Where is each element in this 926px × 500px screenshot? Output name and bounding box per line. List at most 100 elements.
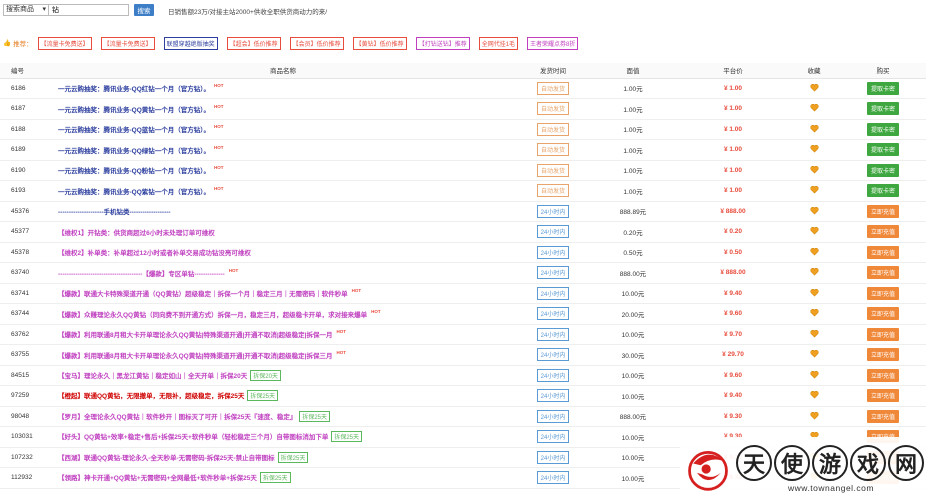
search-type-select[interactable]: 搜索商品 ▾: [3, 4, 49, 16]
favorite-heart-icon[interactable]: [809, 104, 819, 114]
product-name-link[interactable]: 【爆款】众赚理论永久QQ黄钻（同向费不到开通方式）拆保一月，稳定三月，超级稳卡开…: [58, 312, 367, 319]
favorite-heart-icon[interactable]: [809, 83, 819, 94]
table-row: 6188 一元云购抽奖：腾讯业务-QQ蓝钻一个月（官方钻）。 HOT 自动发货 1.00…: [0, 119, 926, 140]
buy-button[interactable]: 提取卡密: [866, 122, 899, 136]
product-name-link[interactable]: 一元云购抽奖：腾讯业务-QQ黄钻一个月（官方钻）。: [58, 107, 210, 114]
buy-button[interactable]: 立即充值: [866, 286, 899, 300]
product-name-link[interactable]: 【罗月】全理论永久QQ黄钻｜软件秒开｜图标灭了可开｜拆保25天『速度、稳定』: [58, 414, 296, 421]
table-row: 6189 一元云购抽奖：腾讯业务-QQ绿钻一个月（官方钻）。 HOT 自动发货 1.00…: [0, 139, 926, 161]
product-name-link[interactable]: 【维权1】开钻类：供货商超过6小时未处理订单可维权: [58, 230, 215, 237]
delivery-time-badge: 自动发货: [536, 81, 569, 95]
buy-button[interactable]: 立即充值: [866, 307, 899, 321]
product-name-link[interactable]: 一元云购抽奖：腾讯业务-QQ红钻一个月（官方钻）。: [58, 86, 210, 93]
buy-button[interactable]: 立即充值: [866, 409, 899, 423]
row-product: 【罗月】全理论永久QQ黄钻｜软件秒开｜图标灭了可开｜拆保25天『速度、稳定』 拆保…: [48, 406, 518, 427]
favorite-heart-icon[interactable]: [809, 247, 819, 258]
product-name-link[interactable]: 一元云购抽奖：腾讯业务-QQ紫钻一个月（官方钻）。: [58, 189, 210, 196]
buy-button[interactable]: 提取卡密: [866, 81, 899, 95]
banner-text: 日销售额23万/对接主站2000+供收全职供货商动力的来/: [168, 9, 328, 16]
watermark-title: 天使游戏网: [736, 444, 926, 481]
row-face-value: 1.00元: [588, 98, 678, 120]
recommend-tag-link[interactable]: 【流量卡免费送】: [37, 36, 92, 50]
row-delivery: 自动发货: [518, 119, 588, 140]
row-delivery: 24小时内: [518, 201, 588, 222]
buy-button[interactable]: 立即充值: [866, 245, 899, 259]
favorite-heart-icon[interactable]: [809, 391, 819, 401]
product-name-link[interactable]: 一元云购抽奖：腾讯业务-QQ蓝钻一个月（官方钻）。: [58, 127, 210, 134]
row-fav: [788, 98, 840, 120]
row-price: ¥ 9.30: [678, 406, 788, 427]
product-name-link[interactable]: 【橙起】联通QQ黄钻，无限撤单，无限补，超级稳定，拆保25天: [58, 393, 244, 400]
favorite-heart-icon[interactable]: [809, 206, 819, 217]
buy-button[interactable]: 立即充值: [866, 225, 899, 239]
row-buy: 立即充值: [840, 303, 926, 325]
product-name-link[interactable]: ---------------------手机钻类---------------…: [58, 209, 171, 216]
recommend-tag-link[interactable]: 【会员】低价推荐: [289, 36, 344, 50]
product-name-link[interactable]: 【领路】神卡开通+QQ黄钻+无需密码+全网最低+软件秒单+拆保25天: [58, 475, 257, 482]
favorite-heart-icon[interactable]: [809, 350, 819, 360]
delivery-time-badge: 24小时内: [536, 204, 570, 218]
buy-button[interactable]: 立即充值: [866, 389, 899, 403]
product-name-link[interactable]: 【爆款】利用联通8月租大卡开单理论永久QQ黄钻|特殊渠道开通|开通不取消|超级稳…: [58, 332, 333, 339]
buy-button[interactable]: 提取卡密: [866, 102, 899, 116]
product-name-link[interactable]: 【好头】QQ黄钻+效率+稳定+售后+拆保25天+软件秒单（轻松稳定三个月）自带图…: [58, 434, 328, 441]
favorite-heart-icon[interactable]: [809, 288, 819, 299]
product-name-link[interactable]: ---------------------------------------【…: [58, 271, 225, 278]
row-fav: [788, 78, 840, 99]
row-face-value: 0.20元: [588, 221, 678, 243]
product-name-link[interactable]: 一元云购抽奖：腾讯业务-QQ粉钻一个月（官方钻）。: [58, 168, 210, 175]
recommend-tag-link[interactable]: 【黄钻】低价推荐: [352, 36, 407, 50]
favorite-heart-icon[interactable]: [809, 186, 819, 196]
favorite-heart-icon[interactable]: [809, 268, 819, 278]
row-fav: [788, 160, 840, 181]
buy-button[interactable]: 提取卡密: [866, 163, 899, 177]
favorite-heart-icon[interactable]: [809, 329, 819, 340]
favorite-heart-icon[interactable]: [809, 124, 819, 135]
row-id: 63740: [0, 262, 48, 284]
product-name-link[interactable]: 【爆款】联通大卡特殊渠道开通（QQ黄钻）超级稳定｜拆保一个月｜稳定三月｜无需密码…: [58, 291, 348, 298]
favorite-heart-icon[interactable]: [809, 165, 819, 176]
row-face-value: 10.00元: [588, 365, 678, 386]
row-product: 一元云购抽奖：腾讯业务-QQ蓝钻一个月（官方钻）。 HOT: [48, 119, 518, 140]
favorite-heart-icon[interactable]: [809, 145, 819, 155]
buy-button[interactable]: 提取卡密: [866, 143, 899, 157]
row-fav: [788, 385, 840, 407]
recommend-tag-link[interactable]: 王者荣耀点券8折: [527, 36, 579, 50]
table-row: 97259 【橙起】联通QQ黄钻，无限撤单，无限补，超级稳定，拆保25天 拆保25天…: [0, 385, 926, 407]
search-input[interactable]: [49, 4, 129, 16]
table-row: 6187 一元云购抽奖：腾讯业务-QQ黄钻一个月（官方钻）。 HOT 自动发货 1.00…: [0, 98, 926, 120]
search-button[interactable]: 搜索: [134, 4, 154, 16]
recommend-tag-link[interactable]: 联盟穿越绝版抽奖: [163, 36, 218, 50]
product-name-link[interactable]: 一元云购抽奖：腾讯业务-QQ绿钻一个月（官方钻）。: [58, 148, 210, 155]
favorite-heart-icon[interactable]: [809, 309, 819, 319]
product-name-link[interactable]: 【爆款】利用联通8月租大卡开单理论永久QQ黄钻|特殊渠道开通|开通不取消|超级稳…: [58, 353, 333, 360]
buy-button[interactable]: 立即充值: [866, 327, 899, 341]
recommend-tag-link[interactable]: 全网代挂1毛: [478, 36, 519, 50]
product-name-link[interactable]: 【宝马】理论永久｜黑龙江黄钻｜稳定如山｜全天开单｜拆保20天: [58, 373, 247, 380]
recommend-tag-link[interactable]: 【超会】低价推荐: [226, 36, 281, 50]
buy-button[interactable]: 立即充值: [866, 348, 899, 362]
buy-button[interactable]: 立即充值: [866, 368, 899, 382]
product-name-link[interactable]: 【维权2】补单类：补单超过12小时或者补单交易成功钻没亮可维权: [58, 250, 251, 257]
favorite-heart-icon[interactable]: [809, 411, 819, 422]
product-name-link[interactable]: 【西湖】联通QQ黄钻-理论永久-全天秒单-无需密码-拆保25天-禁止自带图标: [58, 455, 275, 462]
recommend-tag-link[interactable]: 【打钻送钻】推荐: [415, 36, 470, 50]
table-row: 63740 -----------------------------------…: [0, 262, 926, 284]
buy-button[interactable]: 提取卡密: [866, 184, 899, 198]
row-product: 【爆款】众赚理论永久QQ黄钻（同向费不到开通方式）拆保一月，稳定三月，超级稳卡开…: [48, 303, 518, 325]
delivery-time-badge: 24小时内: [536, 348, 570, 362]
row-fav: [788, 180, 840, 202]
row-buy: 立即充值: [840, 221, 926, 243]
buy-button[interactable]: 立即充值: [866, 204, 899, 218]
row-buy: 提取卡密: [840, 139, 926, 161]
watermark-url: www.townangel.com: [788, 482, 874, 493]
row-face-value: 1.00元: [588, 78, 678, 99]
row-face-value: 888.89元: [588, 201, 678, 222]
row-fav: [788, 262, 840, 284]
favorite-heart-icon[interactable]: [809, 227, 819, 237]
recommend-tag-link[interactable]: 【流量卡免费送】: [100, 36, 155, 50]
watermark-char: 网: [888, 444, 924, 481]
favorite-heart-icon[interactable]: [809, 370, 819, 381]
buy-button[interactable]: 立即充值: [866, 266, 899, 280]
row-id: 6189: [0, 139, 48, 161]
